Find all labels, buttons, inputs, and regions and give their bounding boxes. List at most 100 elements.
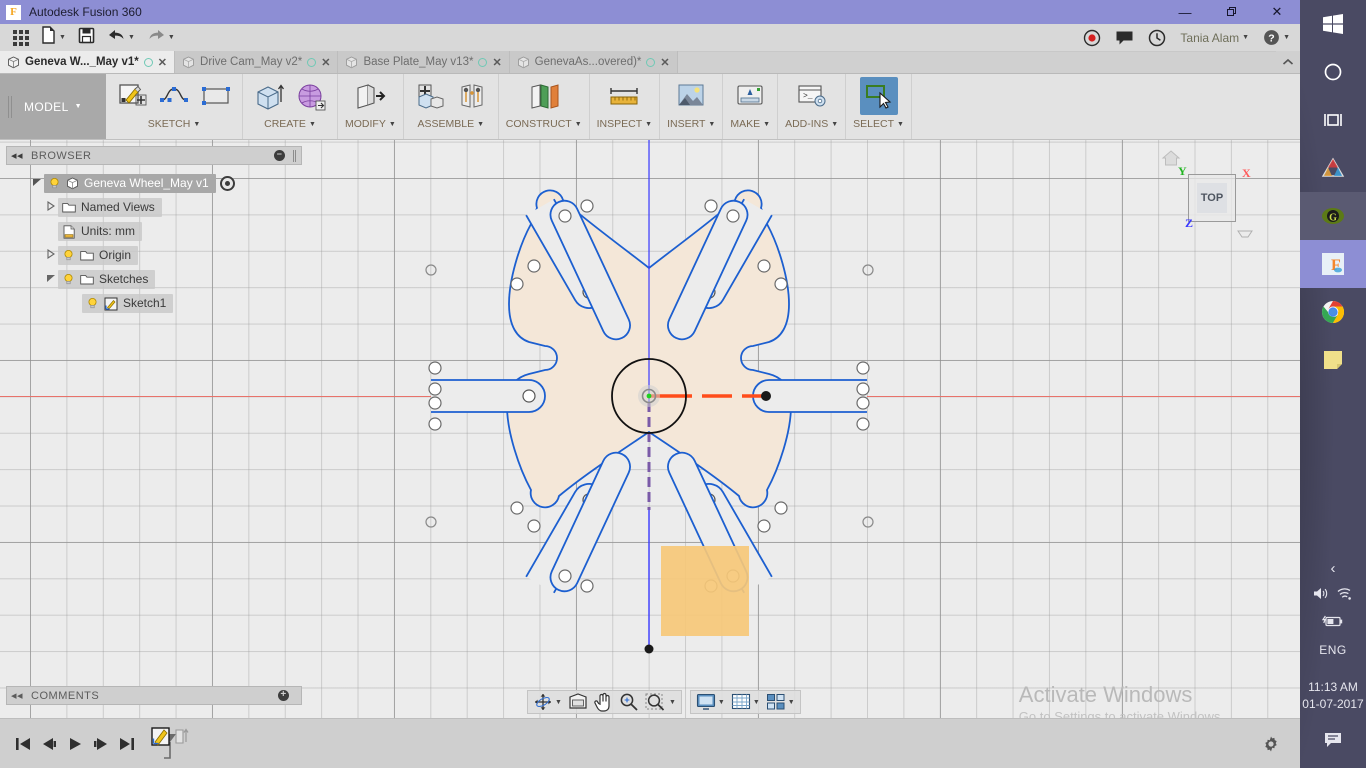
step-back-button[interactable] — [36, 731, 62, 757]
comment-button[interactable] — [1115, 30, 1134, 46]
ribbon-group-label[interactable]: INSERT ▼ — [667, 118, 715, 130]
scripts-addins-button[interactable]: >_ — [793, 77, 831, 115]
expand-arrow-icon[interactable] — [44, 273, 58, 285]
browser-resize-grip[interactable] — [293, 149, 297, 162]
document-tab-3[interactable]: GenevaAs...overed)* ✕ — [509, 51, 678, 73]
visibility-bulb-icon[interactable] — [48, 177, 61, 190]
create-form-button[interactable] — [292, 77, 330, 115]
insert-image-button[interactable] — [672, 77, 710, 115]
collapse-browser-icon[interactable]: ◂◂ — [11, 149, 23, 162]
taskbar-clock[interactable]: 11:13 AM 01-07-2017 — [1302, 679, 1363, 713]
grid-snaps-button[interactable]: ▼ — [728, 691, 763, 713]
tree-item-units[interactable]: Units: mm — [6, 219, 302, 243]
ribbon-group-label[interactable]: SKETCH ▼ — [148, 118, 201, 130]
close-tab-icon[interactable]: ✕ — [492, 56, 501, 69]
tree-item-named-views[interactable]: Named Views — [6, 195, 302, 219]
joint-button[interactable] — [453, 77, 491, 115]
design-canvas[interactable]: ◂◂ BROWSER − Geneva Wheel_May v1 Named V… — [0, 140, 1300, 768]
tray-expand-button[interactable]: ‹ — [1331, 560, 1336, 578]
close-tab-icon[interactable]: ✕ — [158, 56, 167, 69]
ribbon-group-label[interactable]: ASSEMBLE ▼ — [418, 118, 485, 130]
wifi-icon[interactable] — [1336, 586, 1354, 606]
windows-start-button[interactable] — [1300, 0, 1366, 48]
sticky-notes-app-button[interactable] — [1300, 336, 1366, 384]
close-tab-icon[interactable]: ✕ — [660, 56, 669, 69]
extrude-button[interactable] — [250, 77, 288, 115]
close-button[interactable]: ✕ — [1254, 0, 1300, 24]
minimize-browser-icon[interactable]: − — [274, 150, 285, 161]
step-forward-button[interactable] — [88, 731, 114, 757]
task-view-button[interactable] — [1300, 96, 1366, 144]
visibility-bulb-icon[interactable] — [86, 297, 99, 310]
construction-endpoint[interactable] — [761, 391, 771, 401]
ribbon-group-label[interactable]: INSPECT ▼ — [597, 118, 652, 130]
collapse-comments-icon[interactable]: ◂◂ — [11, 689, 23, 702]
view-cube[interactable]: TOP Y X Z — [1161, 148, 1276, 248]
apps-grid-button[interactable] — [8, 25, 34, 51]
user-menu[interactable]: Tania Alam ▼ — [1180, 31, 1249, 45]
zoom-window-button[interactable]: ▼ — [642, 691, 679, 713]
tree-item-sketch1[interactable]: Sketch1 — [6, 291, 302, 315]
language-indicator[interactable]: ENG — [1319, 643, 1347, 657]
record-button[interactable] — [1083, 29, 1101, 47]
redo-button[interactable]: ▼ — [142, 25, 180, 51]
view-cube-dropdown-arrow[interactable] — [1236, 226, 1254, 244]
tree-item-component[interactable]: Geneva Wheel_May v1 — [6, 171, 302, 195]
view-cube-top-face[interactable]: TOP — [1188, 174, 1236, 222]
workspace-switcher[interactable]: MODEL ▼ — [0, 74, 106, 139]
chrome-app-button[interactable] — [1300, 288, 1366, 336]
go-to-end-button[interactable] — [114, 731, 140, 757]
timeline-settings-button[interactable] — [1258, 731, 1284, 757]
autodesk-app-button[interactable] — [1300, 144, 1366, 192]
grammarly-app-button[interactable]: G — [1300, 192, 1366, 240]
minimize-button[interactable]: — — [1162, 0, 1208, 24]
tree-item-sketches[interactable]: Sketches — [6, 267, 302, 291]
undo-button[interactable]: ▼ — [102, 25, 140, 51]
document-tab-0[interactable]: Geneva W..._May v1* ✕ — [0, 51, 176, 73]
visibility-bulb-icon[interactable] — [62, 249, 75, 262]
ribbon-group-label[interactable]: ADD-INS ▼ — [785, 118, 838, 130]
display-view-button[interactable] — [565, 691, 591, 713]
collapse-arrow-icon[interactable] — [44, 200, 58, 213]
restore-button[interactable] — [1208, 0, 1254, 24]
pan-button[interactable] — [591, 691, 616, 713]
ribbon-group-label[interactable]: SELECT ▼ — [853, 118, 904, 130]
y-axis-endpoint[interactable] — [644, 644, 654, 654]
fusion360-app-button[interactable]: F — [1300, 240, 1366, 288]
document-tab-2[interactable]: Base Plate_May v13* ✕ — [338, 51, 510, 73]
create-sketch-button[interactable] — [113, 77, 151, 115]
press-pull-button[interactable] — [351, 77, 389, 115]
play-button[interactable] — [62, 731, 88, 757]
cortana-search-button[interactable] — [1300, 48, 1366, 96]
history-button[interactable] — [1148, 29, 1166, 47]
viewports-button[interactable]: ▼ — [763, 691, 798, 713]
zoom-button[interactable] — [616, 691, 642, 713]
add-comment-icon[interactable]: + — [278, 690, 289, 701]
spline-button[interactable] — [155, 77, 193, 115]
ribbon-group-label[interactable]: CONSTRUCT ▼ — [506, 118, 582, 130]
new-file-button[interactable]: ▼ — [36, 25, 71, 51]
action-center-button[interactable] — [1323, 731, 1343, 754]
ribbon-group-label[interactable]: MODIFY ▼ — [345, 118, 396, 130]
tree-item-origin[interactable]: Origin — [6, 243, 302, 267]
offset-plane-button[interactable] — [525, 77, 563, 115]
visibility-bulb-icon[interactable] — [62, 273, 75, 286]
new-component-button[interactable] — [411, 77, 449, 115]
help-menu[interactable]: ? ▼ — [1263, 29, 1290, 46]
display-settings-button[interactable]: ▼ — [693, 691, 728, 713]
close-tab-icon[interactable]: ✕ — [321, 56, 330, 69]
orbit-button[interactable]: ▼ — [530, 691, 565, 713]
origin-point[interactable] — [646, 393, 652, 399]
battery-charging-icon[interactable] — [1321, 614, 1344, 633]
expand-arrow-icon[interactable] — [30, 177, 44, 189]
collapse-arrow-icon[interactable] — [44, 248, 58, 261]
collapse-ribbon-button[interactable] — [1276, 51, 1300, 73]
component-visibility-toggle[interactable] — [219, 175, 235, 191]
go-to-beginning-button[interactable] — [10, 731, 36, 757]
measure-button[interactable] — [605, 77, 643, 115]
3d-print-button[interactable] — [731, 77, 769, 115]
ribbon-group-label[interactable]: CREATE ▼ — [264, 118, 316, 130]
save-button[interactable] — [73, 25, 100, 51]
document-tab-1[interactable]: Drive Cam_May v2* ✕ — [175, 51, 339, 73]
ribbon-group-label[interactable]: MAKE ▼ — [730, 118, 770, 130]
